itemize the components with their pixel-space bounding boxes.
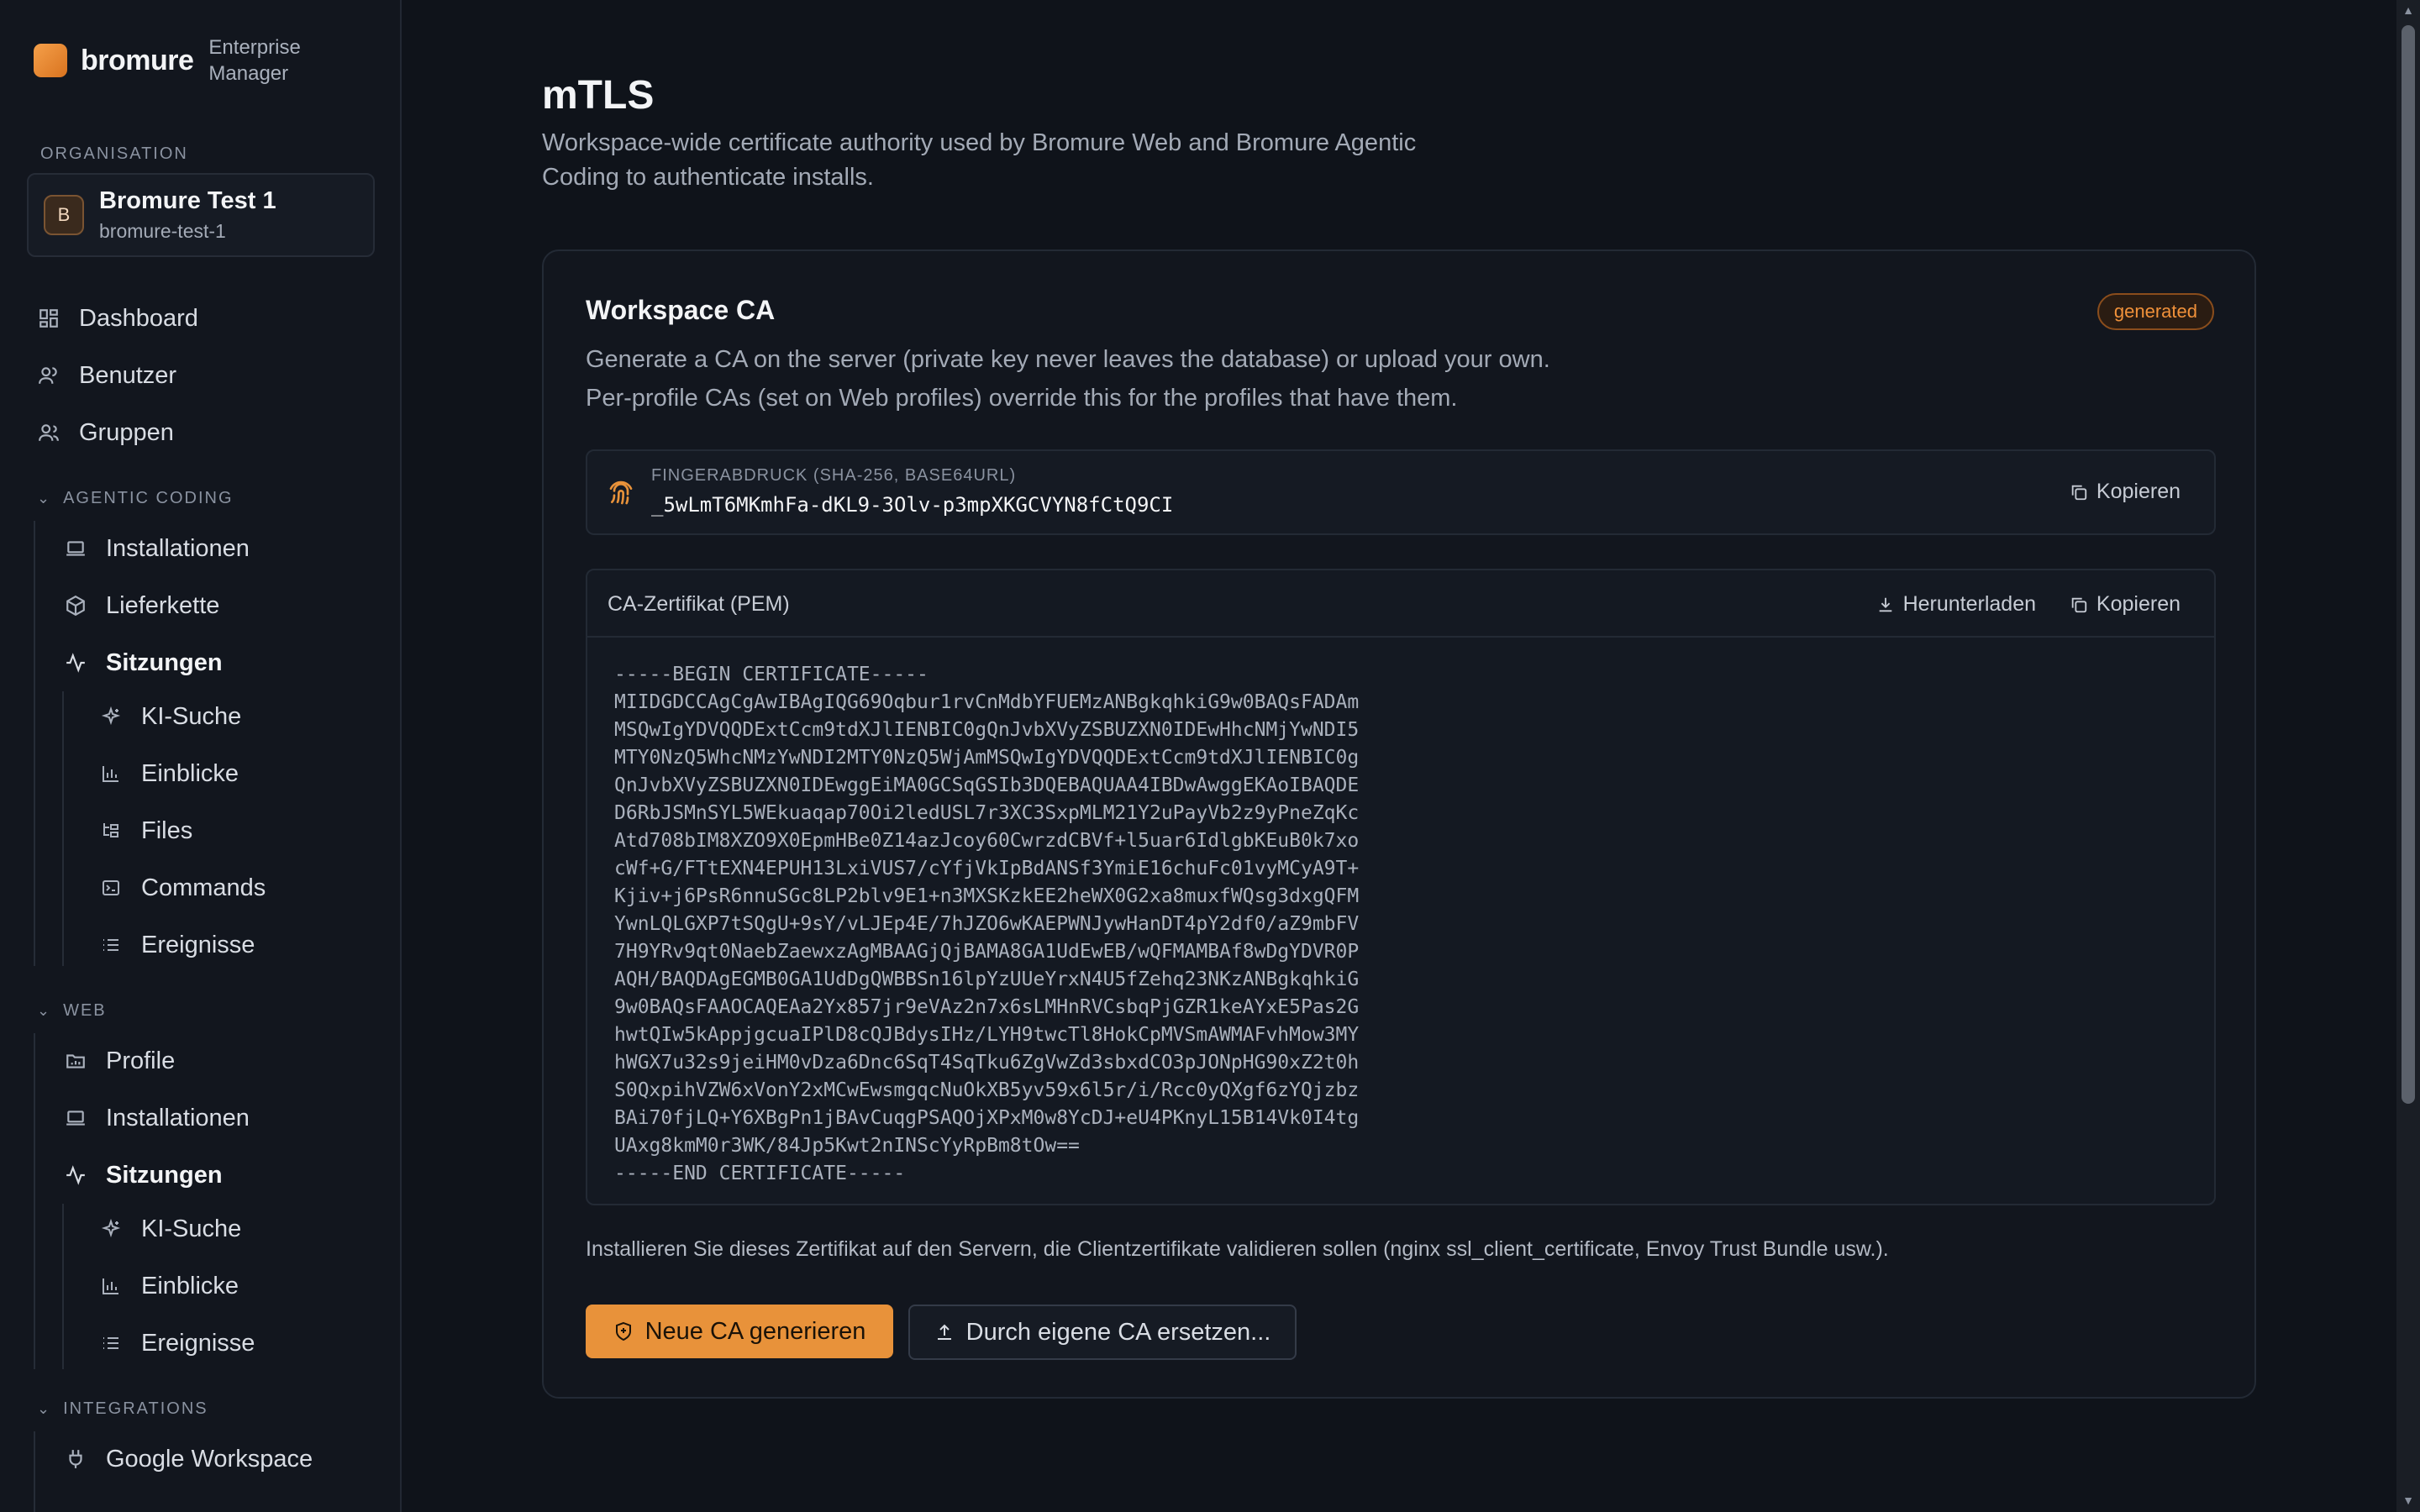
download-button[interactable]: Herunterladen: [1876, 592, 2036, 617]
copy-icon: [2070, 482, 2090, 502]
fingerprint-box: FINGERABDRUCK (SHA-256, BASE64URL) _5wLm…: [586, 449, 2216, 535]
nav-benutzer[interactable]: Benutzer: [0, 347, 400, 404]
org-name: Bromure Test 1: [99, 187, 276, 214]
card-title: Workspace CA: [586, 295, 776, 325]
upload-icon: [934, 1322, 955, 1342]
activity-icon: [64, 1163, 87, 1187]
generate-ca-button[interactable]: Neue CA generieren: [586, 1305, 893, 1358]
fingerprint-value[interactable]: _5wLmT6MKmhFa-dKL9-3Olv-p3mpXKGCVYN8fCtQ…: [651, 493, 1173, 517]
pem-header: CA-Zertifikat (PEM) Herunterladen Kopier…: [587, 570, 2214, 638]
group-integrations[interactable]: ⌄ INTEGRATIONS: [37, 1399, 208, 1419]
main-content: mTLS Workspace-wide certificate authorit…: [403, 0, 2395, 1512]
copy-fingerprint-button[interactable]: Kopieren: [2070, 480, 2181, 504]
user-icon: [37, 364, 60, 387]
nav-web-einblicke[interactable]: Einblicke: [0, 1257, 400, 1315]
pem-title: CA-Zertifikat (PEM): [608, 592, 790, 616]
pem-text[interactable]: -----BEGIN CERTIFICATE----- MIIDGDCCAgCg…: [614, 661, 1359, 1188]
nav-dashboard[interactable]: Dashboard: [0, 290, 400, 347]
copy-pem-button[interactable]: Kopieren: [2070, 592, 2181, 617]
bromure-logo-icon: [34, 44, 67, 77]
nav-agentic-sitzungen[interactable]: Sitzungen: [0, 634, 400, 691]
package-icon: [64, 594, 87, 617]
workspace-ca-card: Workspace CA generated Generate a CA on …: [542, 249, 2256, 1399]
nav-google-workspace[interactable]: Google Workspace: [0, 1431, 400, 1488]
bar-chart-icon: [99, 1274, 123, 1298]
chevron-down-icon: ⌄: [37, 490, 52, 507]
page-description: Workspace-wide certificate authority use…: [542, 129, 1417, 191]
org-slug: bromure-test-1: [99, 220, 226, 242]
activity-icon: [64, 651, 87, 675]
list-icon: [99, 933, 123, 957]
nav-web-installationen[interactable]: Installationen: [0, 1089, 400, 1147]
organisation-label: ORGANISATION: [40, 144, 188, 163]
fingerprint-icon: [608, 480, 634, 507]
chevron-down-icon: ⌄: [37, 1002, 52, 1019]
file-tree-icon: [99, 819, 123, 843]
brand-subtitle: Enterprise Manager: [208, 36, 301, 85]
bar-chart-icon: [99, 762, 123, 785]
brand[interactable]: bromure Enterprise Manager: [34, 34, 326, 87]
nav-agentic-einblicke[interactable]: Einblicke: [0, 745, 400, 802]
plug-icon: [64, 1447, 87, 1471]
sidebar: bromure Enterprise Manager ORGANISATION …: [0, 0, 402, 1512]
sparkles-icon: [99, 1217, 123, 1241]
org-switcher[interactable]: B Bromure Test 1 bromure-test-1: [27, 173, 375, 257]
fingerprint-label: FINGERABDRUCK (SHA-256, BASE64URL): [651, 466, 1017, 485]
nav-web-ereignisse[interactable]: Ereignisse: [0, 1315, 400, 1372]
laptop-icon: [64, 1106, 87, 1130]
terminal-icon: [99, 876, 123, 900]
scroll-down-arrow-icon[interactable]: ▼: [2402, 1494, 2415, 1507]
group-agentic-coding[interactable]: ⌄ AGENTIC CODING: [37, 489, 234, 508]
org-avatar: B: [44, 195, 84, 235]
scroll-thumb[interactable]: [2402, 25, 2415, 1104]
nav-agentic-ki-suche[interactable]: KI-Suche: [0, 688, 400, 745]
list-icon: [99, 1331, 123, 1355]
copy-icon: [2070, 595, 2090, 615]
sparkles-icon: [99, 705, 123, 728]
nav-web-ki-suche[interactable]: KI-Suche: [0, 1200, 400, 1257]
scroll-up-arrow-icon[interactable]: ▲: [2402, 3, 2415, 17]
scrollbar[interactable]: ▲ ▼: [2396, 0, 2420, 1512]
dashboard-icon: [37, 307, 60, 330]
shield-icon: [613, 1321, 634, 1341]
install-note: Installieren Sie dieses Zertifikat auf d…: [586, 1237, 1889, 1261]
chevron-down-icon: ⌄: [37, 1400, 52, 1417]
nav-gruppen[interactable]: Gruppen: [0, 404, 400, 461]
page-title: mTLS: [542, 73, 655, 118]
card-description: Generate a CA on the server (private key…: [586, 346, 1550, 412]
nav-label: Benutzer: [79, 361, 177, 389]
nav-agentic-installationen[interactable]: Installationen: [0, 520, 400, 577]
nav-label: Dashboard: [79, 304, 198, 332]
nav-label: Gruppen: [79, 418, 174, 446]
nav-web-sitzungen[interactable]: Sitzungen: [0, 1147, 400, 1204]
nav-agentic-ereignisse[interactable]: Ereignisse: [0, 916, 400, 974]
folder-icon: [64, 1049, 87, 1073]
nav-agentic-commands[interactable]: Commands: [0, 859, 400, 916]
nav-web-profile[interactable]: Profile: [0, 1032, 400, 1089]
download-icon: [1876, 595, 1897, 615]
nav-agentic-files[interactable]: Files: [0, 802, 400, 859]
pem-certificate-box: CA-Zertifikat (PEM) Herunterladen Kopier…: [586, 569, 2216, 1205]
nav-agentic-lieferkette[interactable]: Lieferkette: [0, 577, 400, 634]
laptop-icon: [64, 537, 87, 560]
replace-ca-button[interactable]: Durch eigene CA ersetzen...: [908, 1305, 1297, 1360]
status-badge: generated: [2096, 293, 2214, 330]
brand-name: bromure: [81, 44, 194, 76]
users-icon: [37, 421, 60, 444]
group-web[interactable]: ⌄ WEB: [37, 1001, 107, 1021]
